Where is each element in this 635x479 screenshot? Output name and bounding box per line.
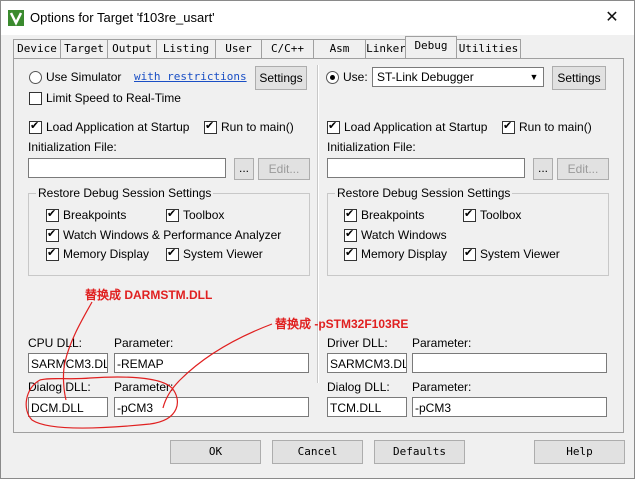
right-watch-label: Watch Windows <box>361 228 447 242</box>
tab-device[interactable]: Device <box>13 39 61 58</box>
driver-param-input[interactable] <box>412 353 607 373</box>
left-toolbox-label: Toolbox <box>183 208 225 222</box>
tab-target[interactable]: Target <box>60 39 108 58</box>
left-init-file-label: Initialization File: <box>28 140 117 154</box>
left-breakpoints-checkbox[interactable] <box>46 207 59 222</box>
options-dialog: Options for Target 'f103re_usart' ✕ Devi… <box>0 0 635 479</box>
right-dialog-param-label: Parameter: <box>412 380 472 394</box>
limit-speed-checkbox[interactable] <box>29 92 42 105</box>
panel-divider <box>317 65 319 383</box>
title-bar: Options for Target 'f103re_usart' ✕ <box>1 1 634 35</box>
left-memory-checkbox[interactable] <box>46 246 59 261</box>
cpu-dll-label: CPU DLL: <box>28 336 83 350</box>
driver-param-label: Parameter: <box>412 336 472 350</box>
right-breakpoints-label: Breakpoints <box>361 208 425 222</box>
cpu-param-label: Parameter: <box>114 336 174 350</box>
right-init-file-input[interactable] <box>327 158 525 178</box>
close-icon[interactable]: ✕ <box>601 7 623 29</box>
left-system-viewer-label: System Viewer <box>183 247 263 261</box>
right-watch-checkbox[interactable] <box>344 227 357 242</box>
right-dialog-dll-label: Dialog DLL: <box>327 380 390 394</box>
left-watch-checkbox[interactable] <box>46 227 59 242</box>
tab-output[interactable]: Output <box>107 39 157 58</box>
simulator-settings-button[interactable]: Settings <box>255 66 307 90</box>
left-system-viewer-checkbox[interactable] <box>166 246 179 261</box>
right-dialog-dll-input[interactable]: TCM.DLL <box>327 397 407 417</box>
left-breakpoints-label: Breakpoints <box>63 208 127 222</box>
right-load-app-checkbox[interactable] <box>327 119 340 134</box>
cancel-button[interactable]: Cancel <box>272 440 363 464</box>
left-run-to-main-checkbox[interactable] <box>204 119 217 134</box>
right-restore-group: Restore Debug Session Settings Breakpoin… <box>327 186 609 276</box>
left-dialog-param-label: Parameter: <box>114 380 174 394</box>
left-load-app-checkbox[interactable] <box>29 119 42 134</box>
cpu-param-input[interactable]: -REMAP <box>114 353 309 373</box>
left-restore-title: Restore Debug Session Settings <box>36 186 214 200</box>
right-system-viewer-checkbox[interactable] <box>463 246 476 261</box>
annotation-replace-param: 替换成 -pSTM32F103RE <box>275 317 409 331</box>
left-restore-group: Restore Debug Session Settings Breakpoin… <box>28 186 310 276</box>
defaults-button[interactable]: Defaults <box>374 440 465 464</box>
left-load-app-label: Load Application at Startup <box>46 120 190 134</box>
right-dialog-param-input[interactable]: -pCM3 <box>412 397 607 417</box>
left-dialog-param-input[interactable]: -pCM3 <box>114 397 309 417</box>
right-run-to-main-label: Run to main() <box>519 120 592 134</box>
use-label: Use: <box>343 70 368 84</box>
right-run-to-main-checkbox[interactable] <box>502 119 515 134</box>
left-dialog-dll-label: Dialog DLL: <box>28 380 91 394</box>
right-restore-title: Restore Debug Session Settings <box>335 186 513 200</box>
right-toolbox-label: Toolbox <box>480 208 522 222</box>
window-title: Options for Target 'f103re_usart' <box>30 10 215 25</box>
tab-user[interactable]: User <box>215 39 262 58</box>
annotation-replace-dll: 替换成 DARMSTM.DLL <box>85 288 213 302</box>
right-browse-button[interactable]: ... <box>533 158 553 180</box>
debug-tab-panel: Use Simulator with restrictions Settings… <box>13 58 624 433</box>
left-init-file-input[interactable] <box>28 158 226 178</box>
right-memory-checkbox[interactable] <box>344 246 357 261</box>
debugger-select-value: ST-Link Debugger <box>377 70 474 84</box>
tab-debug[interactable]: Debug <box>405 36 457 58</box>
left-browse-button[interactable]: ... <box>234 158 254 180</box>
tab-c-cpp[interactable]: C/C++ <box>261 39 314 58</box>
tab-linker[interactable]: Linker <box>365 39 407 58</box>
help-button[interactable]: Help <box>534 440 625 464</box>
use-simulator-label: Use Simulator <box>46 70 122 84</box>
use-debugger-radio[interactable] <box>326 71 339 84</box>
right-toolbox-checkbox[interactable] <box>463 207 476 222</box>
chevron-down-icon: ▼ <box>529 72 539 82</box>
debugger-settings-button[interactable]: Settings <box>552 66 606 90</box>
left-edit-button[interactable]: Edit... <box>258 158 310 180</box>
debugger-select[interactable]: ST-Link Debugger ▼ <box>372 67 544 87</box>
right-breakpoints-checkbox[interactable] <box>344 207 357 222</box>
right-edit-button[interactable]: Edit... <box>557 158 609 180</box>
tab-asm[interactable]: Asm <box>313 39 366 58</box>
limit-speed-label: Limit Speed to Real-Time <box>46 91 181 105</box>
left-toolbox-checkbox[interactable] <box>166 207 179 222</box>
driver-dll-input[interactable]: SARMCM3.DLL <box>327 353 407 373</box>
left-dialog-dll-input[interactable]: DCM.DLL <box>28 397 108 417</box>
ok-button[interactable]: OK <box>170 440 261 464</box>
with-restrictions-link[interactable]: with restrictions <box>134 70 247 83</box>
driver-dll-label: Driver DLL: <box>327 336 388 350</box>
left-memory-label: Memory Display <box>63 247 150 261</box>
tab-utilities[interactable]: Utilities <box>456 39 521 58</box>
right-init-file-label: Initialization File: <box>327 140 416 154</box>
right-system-viewer-label: System Viewer <box>480 247 560 261</box>
left-run-to-main-label: Run to main() <box>221 120 294 134</box>
left-watch-label: Watch Windows & Performance Analyzer <box>63 228 282 242</box>
right-load-app-label: Load Application at Startup <box>344 120 488 134</box>
right-memory-label: Memory Display <box>361 247 448 261</box>
use-simulator-radio[interactable] <box>29 71 42 84</box>
keil-app-icon <box>8 10 24 26</box>
tab-listing[interactable]: Listing <box>156 39 216 58</box>
cpu-dll-input[interactable]: SARMCM3.DLL <box>28 353 108 373</box>
